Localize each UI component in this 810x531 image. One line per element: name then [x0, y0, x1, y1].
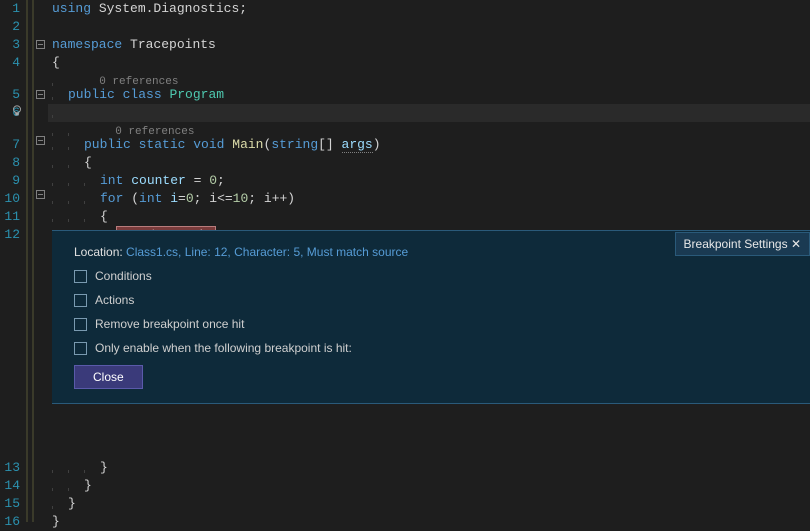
location-label: Location: [74, 245, 123, 259]
line-number: 8 [0, 154, 20, 172]
namespace-name: Tracepoints [130, 37, 216, 52]
line-number: 7 [0, 136, 20, 154]
line-number: 13 [0, 459, 20, 477]
remove-once-hit-row[interactable]: Remove breakpoint once hit [74, 317, 788, 331]
conditions-row[interactable]: Conditions [74, 269, 788, 283]
method-name: Main [232, 137, 263, 152]
checkbox-icon[interactable] [74, 342, 87, 355]
only-enable-label: Only enable when the following breakpoin… [95, 341, 352, 355]
line-number: 11 [0, 208, 20, 226]
line-number: 2 [0, 18, 20, 36]
keyword: using [52, 1, 91, 16]
fold-column [34, 0, 48, 522]
actions-row[interactable]: Actions [74, 293, 788, 307]
line-number: 4 [0, 54, 20, 72]
fold-toggle-icon[interactable] [36, 40, 45, 49]
line-number: 5 [0, 86, 20, 104]
line-number: 16 [0, 513, 20, 531]
line-number: 14 [0, 477, 20, 495]
actions-label: Actions [95, 293, 134, 307]
current-line-highlight [48, 104, 810, 122]
only-enable-row[interactable]: Only enable when the following breakpoin… [74, 341, 788, 355]
line-number: 15 [0, 495, 20, 513]
namespace-ref: System.Diagnostics [99, 1, 239, 16]
fold-toggle-icon[interactable] [36, 136, 45, 145]
keyword: namespace [52, 37, 122, 52]
checkbox-icon[interactable] [74, 270, 87, 283]
lightbulb-icon[interactable] [10, 104, 24, 118]
line-number: 9 [0, 172, 20, 190]
fold-toggle-icon[interactable] [36, 190, 45, 199]
line-number-gutter: 1 2 3 4 5 6 7 8 9 10 11 12 13 14 15 16 [0, 0, 28, 522]
breakpoint-settings-tab[interactable]: Breakpoint Settings ✕ [675, 232, 810, 256]
location-value: Class1.cs, Line: 12, Character: 5, Must … [126, 245, 408, 259]
line-number: 1 [0, 0, 20, 18]
close-button[interactable]: Close [74, 365, 143, 389]
fold-toggle-icon[interactable] [36, 90, 45, 99]
checkbox-icon[interactable] [74, 318, 87, 331]
checkbox-icon[interactable] [74, 294, 87, 307]
conditions-label: Conditions [95, 269, 152, 283]
breakpoint-settings-panel: Location: Class1.cs, Line: 12, Character… [52, 230, 810, 404]
class-name: Program [169, 87, 224, 102]
breakpoint-settings-label: Breakpoint Settings [684, 237, 788, 251]
line-number: 12 [0, 226, 20, 244]
line-number: 3 [0, 36, 20, 54]
close-icon[interactable]: ✕ [791, 237, 801, 251]
remove-once-hit-label: Remove breakpoint once hit [95, 317, 244, 331]
line-number: 10 [0, 190, 20, 208]
